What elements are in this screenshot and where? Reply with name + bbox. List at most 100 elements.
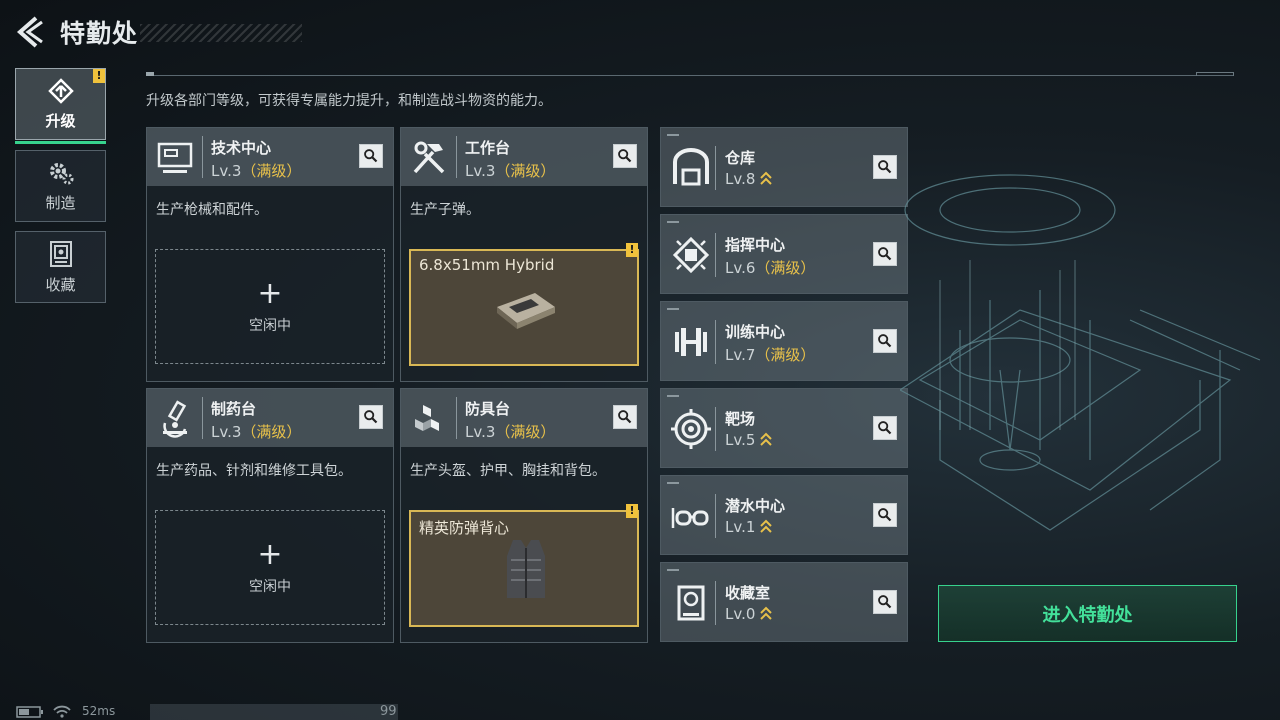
idle-label: 空闲中 [249,317,291,334]
upgrade-chevron-icon [760,171,773,185]
max-level-tag: （满级） [755,259,816,277]
separator [715,320,716,364]
hammer-wrench-icon [413,141,445,174]
sidebar-item-label: 升级 [45,111,76,130]
sidebar-item-craft[interactable]: 制造 [15,150,106,222]
idle-slot[interactable]: + 空闲中 [155,249,385,364]
gears-icon [49,162,73,184]
divider [146,75,1234,76]
upgrade-icon [47,77,74,104]
warehouse-icon [673,148,709,186]
department-card-tech-center: 技术中心 Lv.3（满级） 生产枪械和配件。 + 空闲中 [146,127,394,382]
upgrade-chevron-icon [760,519,773,533]
collection-room-icon [677,585,705,621]
separator [715,233,716,277]
separator [456,397,457,439]
facility-name: 仓库 [725,149,756,167]
separator [715,581,716,625]
facility-name: 潜水中心 [725,497,786,515]
department-description: 生产枪械和配件。 [156,202,268,218]
facility-level: Lv.8 [725,170,773,188]
title-decoration [140,24,302,42]
facility-level: Lv.0 [725,605,773,623]
search-icon[interactable] [613,144,637,168]
dumbbell-icon [675,328,707,356]
facility-warehouse[interactable]: 仓库 Lv.8 [660,127,908,207]
corner-mark [667,482,679,484]
chat-bar[interactable] [150,704,398,720]
search-icon[interactable] [873,416,897,440]
divider-tick [1196,72,1234,76]
search-icon[interactable] [359,144,383,168]
facility-level: Lv.1 [725,518,773,536]
facility-diving-center[interactable]: 潜水中心 Lv.1 [660,475,908,555]
facility-name: 靶场 [725,410,756,428]
alert-badge: ! [93,69,105,83]
department-description: 生产头盔、护甲、胸挂和背包。 [410,463,606,479]
department-description: 生产药品、针剂和维修工具包。 [156,463,352,479]
facility-command-center[interactable]: 指挥中心 Lv.6（满级） [660,214,908,294]
search-icon[interactable] [873,329,897,353]
level-text: Lv.6 [725,259,756,277]
facility-level: Lv.7（满级） [725,344,815,365]
enter-button[interactable]: 进入特勤处 [938,585,1237,642]
card-header[interactable]: 工作台 Lv.3（满级） [401,128,647,186]
separator [202,136,203,178]
search-icon[interactable] [873,590,897,614]
plus-icon: + [257,275,283,311]
department-name: 防具台 [465,400,511,418]
monitor-icon [157,142,193,173]
sidebar-item-collection[interactable]: 收藏 [15,231,106,303]
facility-name: 收藏室 [725,584,771,602]
level-text: Lv.3 [211,423,242,441]
card-header[interactable]: 制药台 Lv.3（满级） [147,389,393,447]
department-card-pharmacy: 制药台 Lv.3（满级） 生产药品、针剂和维修工具包。 + 空闲中 [146,388,394,643]
card-header[interactable]: 防具台 Lv.3（满级） [401,389,647,447]
search-icon[interactable] [873,242,897,266]
production-slot[interactable]: 6.8x51mm Hybrid ! [409,243,639,366]
facility-name: 训练中心 [725,323,786,341]
collection-icon [49,240,72,267]
alert-badge: ! [626,243,638,257]
search-icon[interactable] [359,405,383,429]
facility-training-center[interactable]: 训练中心 Lv.7（满级） [660,301,908,381]
department-level: Lv.3（满级） [465,160,555,181]
item-name: 6.8x51mm Hybrid [419,256,555,274]
sidebar-item-label: 制造 [45,193,76,212]
upgrade-chevron-icon [760,432,773,446]
sidebar-item-upgrade[interactable]: 升级 ! [15,68,106,144]
ammo-box-icon [497,293,555,329]
corner-mark [667,395,679,397]
ping-text: 52ms [82,704,116,718]
corner-mark [667,134,679,136]
status-number: 99 [380,704,397,719]
vest-icon [507,540,545,598]
chip-icon [672,236,710,274]
separator [715,494,716,538]
separator [202,397,203,439]
separator [715,407,716,451]
upgrade-chevron-icon [760,606,773,620]
facility-name: 指挥中心 [725,236,786,254]
page-title: 特勤处 [60,19,139,48]
facility-collection-room[interactable]: 收藏室 Lv.0 [660,562,908,642]
item-name: 精英防弹背心 [419,519,510,537]
level-text: Lv.3 [465,423,496,441]
level-text: Lv.3 [465,162,496,180]
max-level-tag: （满级） [241,423,302,441]
facility-shooting-range[interactable]: 靶场 Lv.5 [660,388,908,468]
wifi-icon [53,705,71,718]
department-name: 制药台 [211,400,257,418]
card-header[interactable]: 技术中心 Lv.3（满级） [147,128,393,186]
facility-level: Lv.6（满级） [725,257,815,278]
max-level-tag: （满级） [495,423,556,441]
production-slot[interactable]: 精英防弹背心 ! [409,504,639,627]
search-icon[interactable] [873,503,897,527]
corner-mark [667,221,679,223]
back-arrow-icon[interactable] [14,14,44,50]
department-description: 生产子弹。 [410,202,480,218]
idle-slot[interactable]: + 空闲中 [155,510,385,625]
department-level: Lv.3（满级） [211,160,301,181]
search-icon[interactable] [613,405,637,429]
search-icon[interactable] [873,155,897,179]
